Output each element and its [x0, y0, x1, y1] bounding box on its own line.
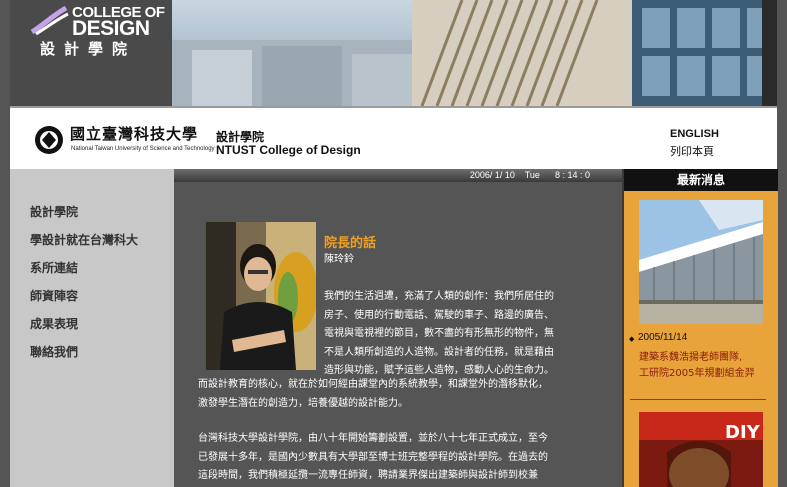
paragraph-line: 我們的生活週遭，充滿了人類的創作：我們所居住的	[324, 291, 554, 302]
nav-item-department-links[interactable]: 系所連結	[30, 259, 78, 276]
paragraph-line: 激發學生潛在的創造力，培養優越的設計能力。	[198, 397, 408, 409]
news-headline-line: 建築系魏浩揚老師團隊,	[639, 352, 743, 363]
nav-item-college[interactable]: 設計學院	[30, 203, 78, 220]
current-weekday: Tue	[524, 170, 540, 180]
current-time: 8 : 14 : 0	[554, 170, 590, 180]
news-column: 最新消息 ◆ 2005/11/14 建築系魏浩揚老師團隊, 工研院2005年規劃…	[622, 169, 778, 487]
university-name-english: National Taiwan University of Science an…	[71, 146, 215, 152]
news-header: 最新消息	[624, 169, 778, 191]
title-strip: 國立臺灣科技大學 National Taiwan University of S…	[10, 106, 777, 169]
nav-item-contact[interactable]: 聯絡我們	[30, 343, 78, 360]
logo-swoosh-icon	[30, 6, 69, 36]
news-headline-link[interactable]: 建築系魏浩揚老師團隊, 工研院2005年規劃組金羿	[639, 350, 754, 382]
paragraph-line: 這段時間，我們積極延攬一流專任師資，聘請業界傑出建築師與設計師到校兼	[198, 470, 538, 481]
paragraph-line: 而設計教育的核心，就在於如何經由課堂內的系統教學，和課堂外的潛移默化，	[198, 379, 548, 390]
main-content: 2006/ 1/ 10 Tue 8 : 14 : 0 院長的話 陳玲鈴 我們的生…	[174, 169, 622, 487]
university-emblem-icon	[35, 126, 63, 154]
message-paragraph-1: 我們的生活週遭，充滿了人類的創作：我們所居住的 房子、使用的行動電話、駕駛的車子…	[324, 288, 554, 381]
paragraph-line: 台灣科技大學設計學院，由八十年開始籌劃設置，並於八十七年正式成立，至今	[198, 433, 548, 444]
diy-text: DIY	[725, 422, 761, 443]
paragraph-line: 電視與電視裡的節目，數不盡的有形無形的物件，無	[324, 328, 554, 339]
college-name-english: NTUST College of Design	[216, 143, 361, 157]
paragraph-line: 房子、使用的行動電話、駕駛的車子、路邊的廣告、	[324, 309, 554, 321]
news-thumbnail-diy[interactable]: DIY	[639, 412, 763, 487]
dean-message-title: 院長的話	[324, 236, 377, 251]
nav-item-study-design[interactable]: 學設計就在台灣科大	[30, 231, 138, 248]
english-link[interactable]: ENGLISH	[670, 128, 719, 140]
college-logo[interactable]: COLLEGE OF DESIGN 設計學院	[10, 0, 172, 106]
university-name-chinese: 國立臺灣科技大學	[70, 125, 199, 143]
news-building-photo[interactable]	[639, 200, 763, 324]
banner-building-photo	[172, 0, 777, 106]
print-page-link[interactable]: 列印本頁	[670, 143, 714, 159]
paragraph-line: 不是人類所創造的人造物。設計者的任務，就是藉由	[324, 346, 554, 358]
logo-text-chinese: 設計學院	[40, 40, 137, 58]
header-banner: COLLEGE OF DESIGN 設計學院	[10, 0, 777, 106]
news-headline-line: 工研院2005年規劃組金羿	[639, 368, 755, 379]
news-divider	[630, 399, 766, 400]
current-date: 2006/ 1/ 10	[469, 170, 515, 180]
dean-portrait-photo	[206, 222, 316, 370]
date-time-bar: 2006/ 1/ 10 Tue 8 : 14 : 0	[174, 169, 622, 182]
news-date: 2005/11/14	[638, 332, 688, 343]
nav-item-achievements[interactable]: 成果表現	[30, 315, 78, 332]
sidebar-nav: 設計學院 學設計就在台灣科大 系所連結 師資陣容 成果表現 聯絡我們	[10, 169, 174, 487]
nav-item-faculty[interactable]: 師資陣容	[30, 287, 78, 304]
dean-name: 陳玲鈴	[324, 254, 354, 265]
message-paragraph-1-continued: 而設計教育的核心，就在於如何經由課堂內的系統教學，和課堂外的潛移默化， 激發學生…	[198, 376, 548, 413]
message-paragraph-2: 台灣科技大學設計學院，由八十年開始籌劃設置，並於八十七年正式成立，至今 已發展十…	[198, 430, 548, 486]
paragraph-line: 已發展十多年，是國內少數具有大學部至博士班完整學程的設計學院。在過去的	[198, 451, 548, 463]
news-bullet-icon: ◆	[629, 335, 635, 343]
